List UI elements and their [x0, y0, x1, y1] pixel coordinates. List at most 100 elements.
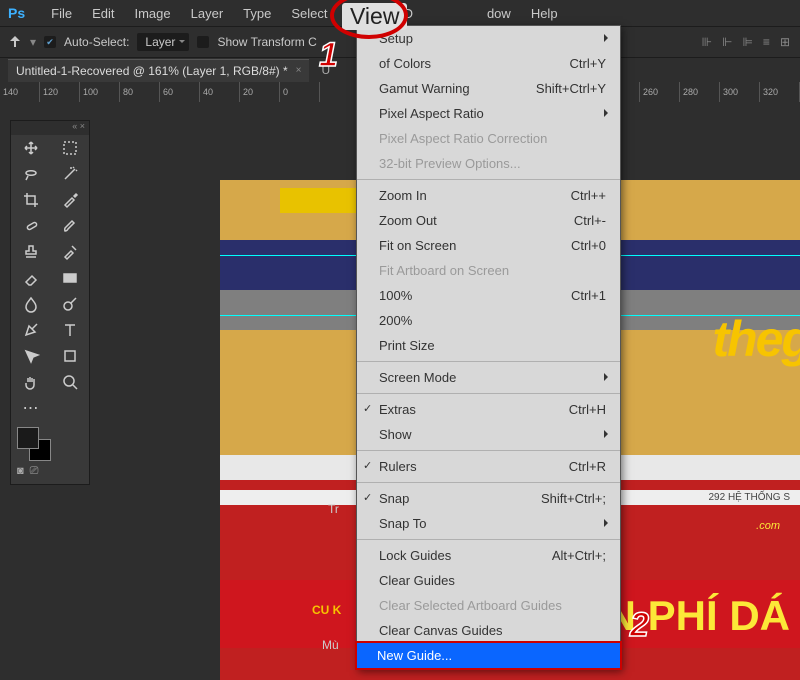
- menu-item-snap[interactable]: Snap Shift+Ctrl+;: [357, 486, 620, 511]
- menu-item-fit-on-screen[interactable]: Fit on ScreenCtrl+0: [357, 233, 620, 258]
- eraser-tool[interactable]: [11, 265, 50, 291]
- zoom-tool[interactable]: [50, 369, 89, 395]
- menu-window[interactable]: dow: [477, 2, 521, 25]
- blur-tool[interactable]: [11, 291, 50, 317]
- menu-separator: [357, 482, 620, 483]
- tab-title: Untitled-1-Recovered @ 161% (Layer 1, RG…: [16, 64, 288, 78]
- crop-icon: [22, 191, 40, 209]
- canvas-text: .com: [756, 520, 780, 532]
- screenmode-icon[interactable]: ⎚: [30, 465, 39, 478]
- menu-item-label: Pixel Aspect Ratio: [379, 104, 484, 123]
- menu-file[interactable]: File: [41, 2, 82, 25]
- brush-tool[interactable]: [50, 213, 89, 239]
- wand-tool[interactable]: [50, 161, 89, 187]
- pen-icon: [22, 321, 40, 339]
- menu-item-pixel-aspect-ratio[interactable]: Pixel Aspect Ratio: [357, 101, 620, 126]
- pen-tool[interactable]: [11, 317, 50, 343]
- menu-type[interactable]: Type: [233, 2, 281, 25]
- menu-separator: [357, 361, 620, 362]
- edit-toolbar[interactable]: [50, 395, 89, 421]
- menu-item-clear-guides[interactable]: Clear Guides: [357, 568, 620, 593]
- toolbox: « × ⋯ ◙ ⎚: [10, 120, 90, 485]
- move-icon: [22, 139, 40, 157]
- document-tab[interactable]: Untitled-1-Recovered @ 161% (Layer 1, RG…: [8, 59, 309, 82]
- menu-select[interactable]: Select: [281, 2, 337, 25]
- history-brush-icon: [61, 243, 79, 261]
- hand-tool[interactable]: [11, 369, 50, 395]
- menu-item-clear-canvas-guides[interactable]: Clear Canvas Guides: [357, 618, 620, 643]
- eyedropper-tool[interactable]: [50, 187, 89, 213]
- menu-item-zoom-in[interactable]: Zoom InCtrl++: [357, 183, 620, 208]
- menu-image[interactable]: Image: [124, 2, 180, 25]
- menu-item-label: Snap: [379, 489, 409, 508]
- menu-item-clear-selected-artboard-guides: Clear Selected Artboard Guides: [357, 593, 620, 618]
- menu-item-label: of Colors: [379, 54, 431, 73]
- menu-item-shortcut: Shift+Ctrl+Y: [536, 79, 606, 98]
- close-tab-icon[interactable]: ×: [296, 65, 302, 76]
- menu-item-label: Pixel Aspect Ratio Correction: [379, 129, 547, 148]
- healing-tool[interactable]: [11, 213, 50, 239]
- align-icon[interactable]: ⊫: [742, 35, 752, 49]
- menu-item-label: Clear Canvas Guides: [379, 621, 503, 640]
- color-swatches[interactable]: [17, 427, 51, 461]
- mode-icon[interactable]: ⊞: [780, 35, 790, 49]
- shape-tool[interactable]: [50, 343, 89, 369]
- eyedropper-icon: [61, 191, 79, 209]
- foreground-swatch[interactable]: [17, 427, 39, 449]
- type-tool[interactable]: [50, 317, 89, 343]
- dodge-tool[interactable]: [50, 291, 89, 317]
- gradient-tool[interactable]: [50, 265, 89, 291]
- menu-item-shortcut: Ctrl+1: [571, 286, 606, 305]
- autoselect-label: Auto-Select:: [64, 35, 129, 49]
- move-tool[interactable]: [11, 135, 50, 161]
- canvas-caption: Mù: [322, 638, 339, 652]
- toolbox-header[interactable]: « ×: [11, 121, 89, 135]
- history-brush-tool[interactable]: [50, 239, 89, 265]
- showtransform-checkbox[interactable]: ✔: [197, 36, 209, 48]
- menu-item-extras[interactable]: ExtrasCtrl+H: [357, 397, 620, 422]
- menu-item-of-colors[interactable]: of ColorsCtrl+Y: [357, 51, 620, 76]
- menu-item-new-guide[interactable]: New Guide...: [355, 641, 622, 670]
- marquee-icon: [61, 139, 79, 157]
- hand-icon: [22, 373, 40, 391]
- menu-help[interactable]: Help: [521, 2, 568, 25]
- menu-item-print-size[interactable]: Print Size: [357, 333, 620, 358]
- menu-item-gamut-warning[interactable]: Gamut WarningShift+Ctrl+Y: [357, 76, 620, 101]
- autoselect-dropdown[interactable]: Layer: [137, 33, 189, 51]
- menu-item-label: 200%: [379, 311, 412, 330]
- autoselect-checkbox[interactable]: ✔: [44, 36, 56, 48]
- menu-item-zoom-out[interactable]: Zoom OutCtrl+-: [357, 208, 620, 233]
- lasso-tool[interactable]: [11, 161, 50, 187]
- more-tool[interactable]: ⋯: [11, 395, 50, 421]
- annotation-number-1: 1: [319, 36, 338, 75]
- menu-item-32-bit-preview-options: 32-bit Preview Options...: [357, 151, 620, 176]
- menu-layer[interactable]: Layer: [181, 2, 234, 25]
- align-icon[interactable]: ⊩: [722, 35, 732, 49]
- menu-item-label: Extras: [379, 400, 416, 419]
- align-icons[interactable]: ⊪ ⊩ ⊫ ≡ ⊞: [702, 35, 800, 49]
- stamp-tool[interactable]: [11, 239, 50, 265]
- menu-separator: [357, 539, 620, 540]
- align-icon[interactable]: ⊪: [702, 35, 712, 49]
- quickmask-icon[interactable]: ◙: [17, 465, 24, 478]
- menu-edit[interactable]: Edit: [82, 2, 124, 25]
- menu-item-label: Lock Guides: [379, 546, 451, 565]
- align-icon[interactable]: ≡: [763, 35, 770, 49]
- blur-icon: [22, 295, 40, 313]
- menu-item-show[interactable]: Show: [357, 422, 620, 447]
- menu-item-shortcut: Shift+Ctrl+;: [541, 489, 606, 508]
- crop-tool[interactable]: [11, 187, 50, 213]
- menu-item-snap-to[interactable]: Snap To: [357, 511, 620, 536]
- menu-item-screen-mode[interactable]: Screen Mode: [357, 365, 620, 390]
- menu-separator: [357, 179, 620, 180]
- menu-item-label: New Guide...: [377, 646, 452, 665]
- marquee-tool[interactable]: [50, 135, 89, 161]
- menu-item-100[interactable]: 100%Ctrl+1: [357, 283, 620, 308]
- path-tool[interactable]: [11, 343, 50, 369]
- path-icon: [22, 347, 40, 365]
- menu-item-rulers[interactable]: RulersCtrl+R: [357, 454, 620, 479]
- menu-item-200[interactable]: 200%: [357, 308, 620, 333]
- menu-item-label: Show: [379, 425, 412, 444]
- showtransform-label: Show Transform C: [217, 35, 316, 49]
- menu-item-lock-guides[interactable]: Lock GuidesAlt+Ctrl+;: [357, 543, 620, 568]
